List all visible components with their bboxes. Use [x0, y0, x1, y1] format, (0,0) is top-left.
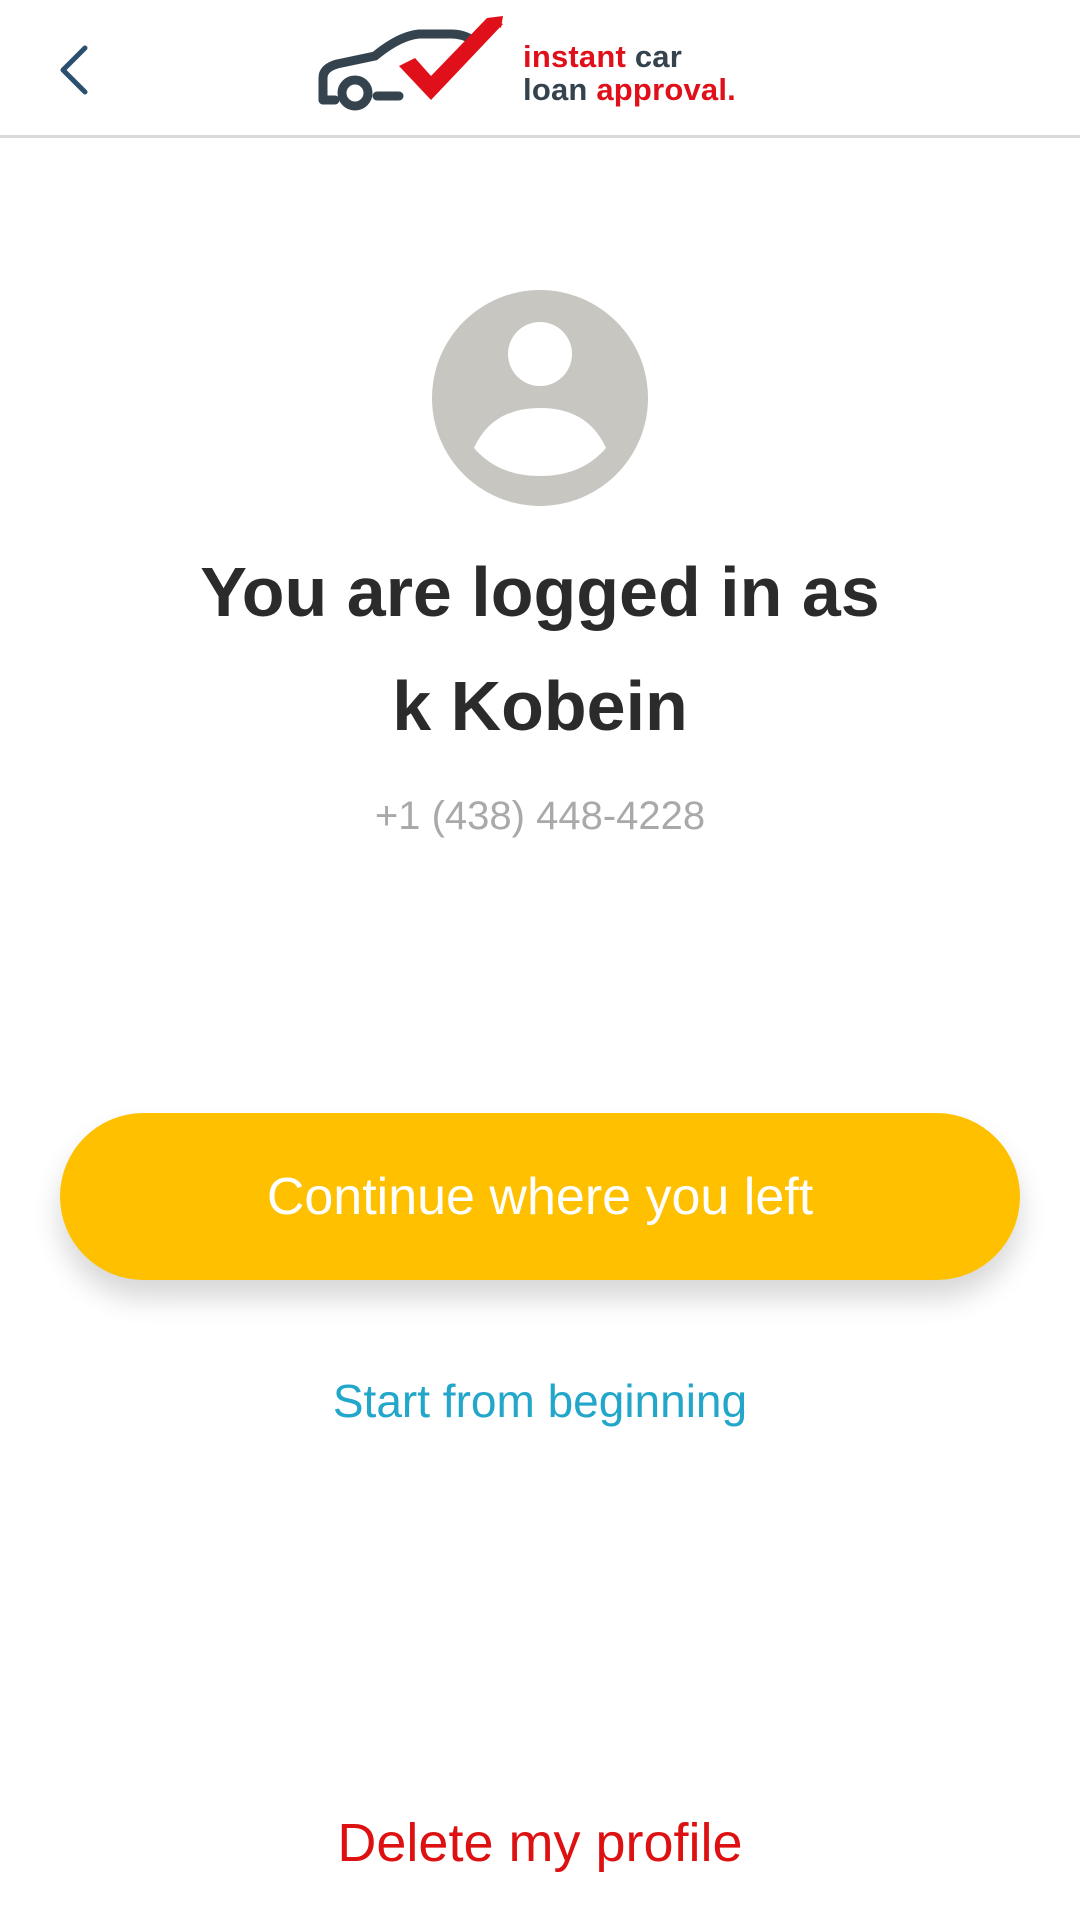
logged-in-heading: You are logged in as [200, 553, 880, 631]
user-avatar-icon [432, 290, 648, 506]
app-header: instant car loan approval. [0, 0, 1080, 138]
brand-wordmark: instant car loan approval. [523, 40, 736, 106]
brand-word-instant: instant [523, 39, 627, 74]
back-button[interactable] [40, 30, 110, 110]
brand-word-loan: loan [523, 72, 588, 107]
delete-profile-link[interactable]: Delete my profile [0, 1812, 1080, 1874]
user-name: k Kobein [392, 667, 688, 745]
continue-button[interactable]: Continue where you left [60, 1113, 1020, 1280]
brand-word-approval: approval. [596, 72, 736, 107]
start-from-beginning-link[interactable]: Start from beginning [0, 1374, 1080, 1428]
brand-word-car: car [634, 39, 682, 74]
user-phone: +1 (438) 448-4228 [374, 794, 706, 838]
chevron-left-icon [60, 45, 88, 95]
